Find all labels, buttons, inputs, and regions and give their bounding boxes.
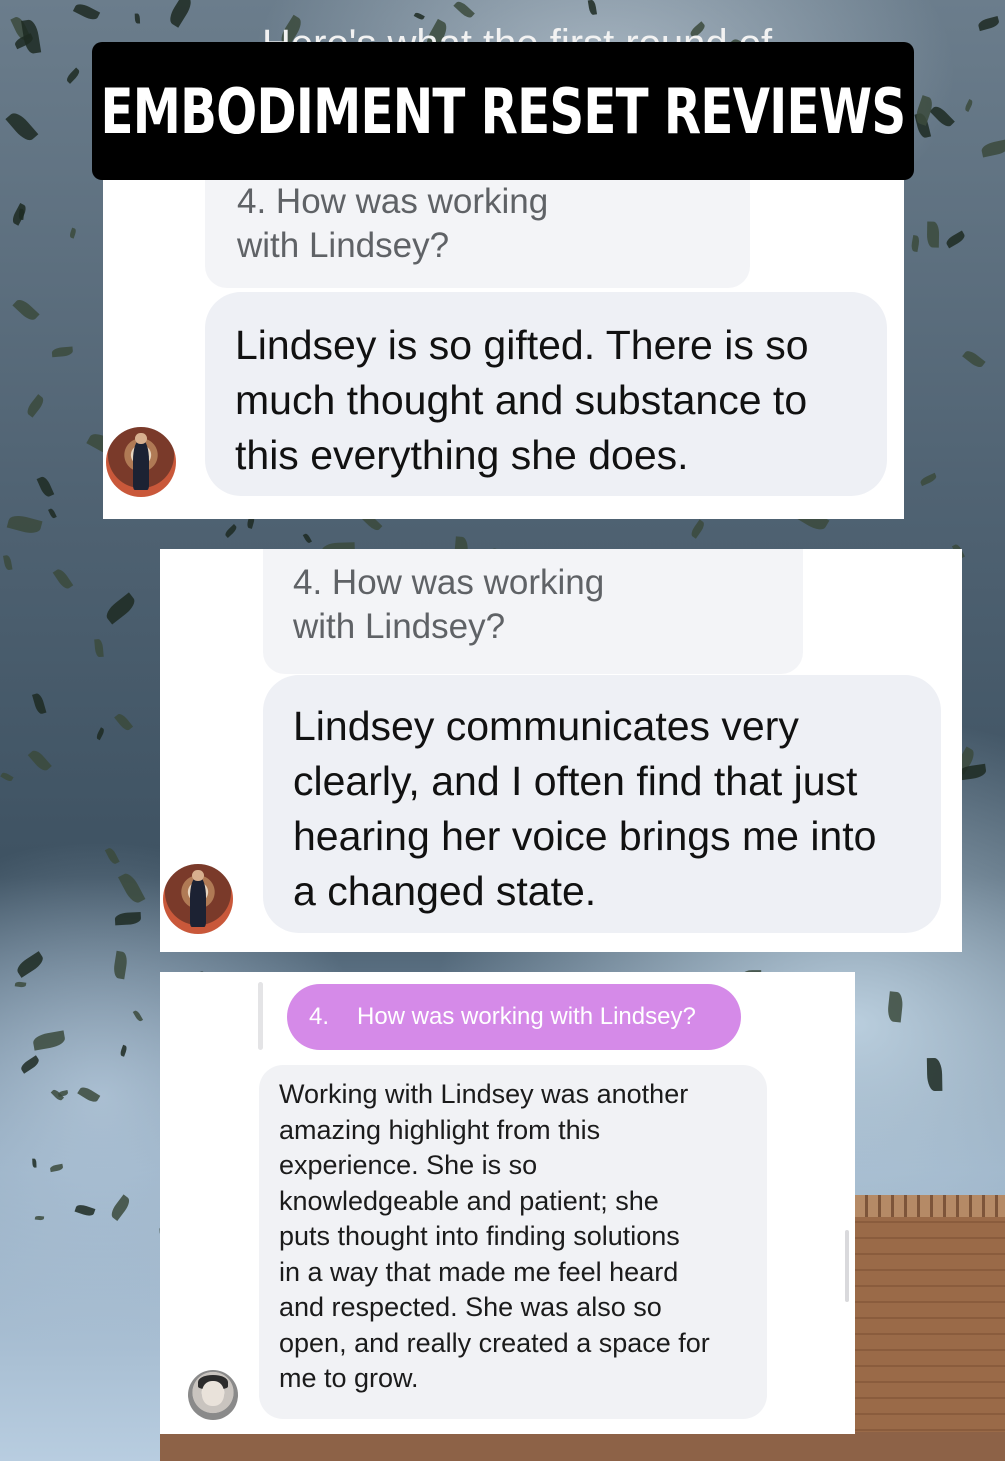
scrollbar[interactable]	[845, 1230, 849, 1302]
question-text: 4. How was working with Lindsey?	[293, 563, 605, 646]
leaf	[118, 870, 146, 906]
leaf	[961, 348, 985, 370]
leaf	[453, 0, 475, 20]
avatar-head	[192, 869, 204, 881]
answer-text: Lindsey is so gifted. There is so much t…	[235, 322, 809, 478]
leaf	[76, 1084, 100, 1105]
answer-text: Lindsey communicates very clearly, and I…	[293, 703, 877, 914]
avatar-head	[135, 432, 147, 444]
question-text: How was working with Lindsey?	[357, 1003, 696, 1030]
leaf	[12, 296, 41, 324]
leaf	[5, 108, 39, 144]
leaf	[34, 1215, 45, 1221]
leaf	[223, 523, 238, 538]
leaf	[48, 507, 57, 520]
brick-wall	[855, 1195, 1005, 1461]
leaf	[0, 771, 14, 783]
leaf	[73, 1203, 96, 1218]
banner-title: EMBODIMENT RESET REVIEWS	[100, 74, 907, 148]
leaf	[68, 227, 77, 239]
answer-text: Working with Lindsey was another amazing…	[279, 1079, 710, 1393]
leaf	[166, 0, 195, 28]
leaf	[945, 230, 967, 248]
answer-bubble: Working with Lindsey was another amazing…	[259, 1065, 767, 1419]
leaf	[919, 473, 938, 487]
leaf	[32, 1158, 37, 1168]
leaf	[132, 1008, 144, 1022]
leaf	[10, 202, 29, 226]
leaf	[119, 1044, 129, 1057]
question-pill: 4. How was working with Lindsey?	[287, 984, 741, 1050]
leaf	[102, 592, 138, 625]
leaf	[135, 12, 141, 24]
ground	[160, 1432, 1005, 1461]
leaf	[114, 712, 133, 733]
avatar-figure	[132, 439, 150, 490]
leaf	[963, 99, 974, 112]
leaf	[51, 345, 73, 357]
leaf	[689, 519, 707, 539]
leaf	[926, 1057, 942, 1092]
avatar-figure	[189, 876, 207, 927]
leaf	[2, 553, 13, 571]
leaf	[14, 950, 46, 978]
leaf	[27, 748, 52, 773]
question-text: 4. How was working with Lindsey?	[237, 182, 549, 265]
review-card: 4. How was working with Lindsey? Lindsey…	[160, 549, 962, 952]
leaf	[18, 1055, 41, 1074]
answer-bubble: Lindsey communicates very clearly, and I…	[263, 675, 941, 933]
leaf	[32, 1030, 67, 1051]
reply-divider	[258, 982, 263, 1050]
leaf	[588, 0, 598, 16]
answer-bubble: Lindsey is so gifted. There is so much t…	[205, 292, 887, 496]
leaf	[977, 16, 1001, 32]
avatar-face	[202, 1381, 224, 1406]
leaf	[49, 1163, 63, 1172]
leaf	[72, 1, 100, 23]
question-bubble: 4. How was working with Lindsey?	[263, 549, 803, 674]
leaf	[93, 639, 104, 658]
leaf	[52, 566, 74, 591]
leaf	[6, 512, 43, 536]
leaf	[108, 1194, 133, 1222]
leaf	[929, 103, 955, 130]
title-banner: EMBODIMENT RESET REVIEWS	[92, 42, 914, 180]
leaf	[32, 692, 47, 716]
avatar[interactable]	[188, 1370, 238, 1420]
avatar[interactable]	[106, 427, 176, 497]
leaf	[104, 846, 120, 866]
leaf	[302, 532, 312, 545]
review-card: 4. How was working with Lindsey? Lindsey…	[103, 180, 904, 519]
leaf	[57, 1089, 69, 1097]
leaf	[980, 139, 1005, 158]
leaf	[65, 67, 82, 84]
leaf	[114, 912, 142, 926]
question-number: 4.	[309, 1003, 330, 1030]
leaf	[112, 950, 130, 980]
question-bubble: 4. How was working with Lindsey?	[205, 180, 750, 288]
leaf	[909, 235, 920, 253]
leaf	[36, 475, 55, 499]
avatar[interactable]	[163, 864, 233, 934]
leaf	[413, 12, 426, 22]
leaf	[926, 221, 939, 248]
leaf	[14, 980, 27, 988]
leaf	[886, 991, 904, 1023]
leaf	[24, 394, 46, 419]
leaf	[94, 727, 106, 741]
review-card: 4. How was working with Lindsey? Working…	[160, 972, 855, 1434]
